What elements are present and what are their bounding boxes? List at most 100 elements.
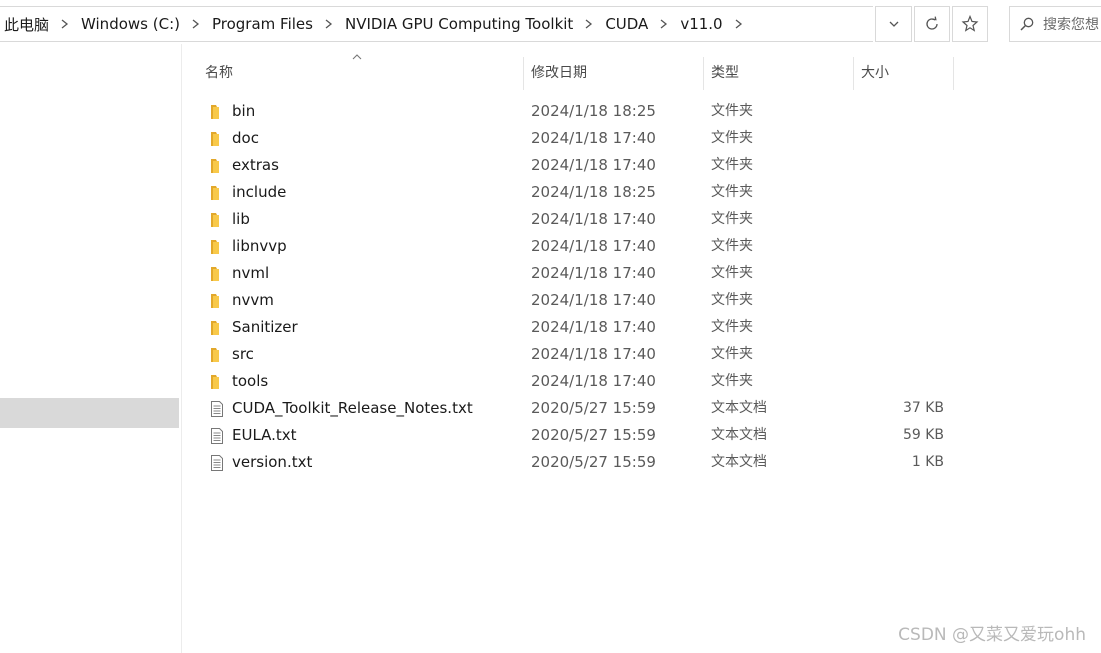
chevron-right-icon[interactable] (54, 7, 76, 41)
address-history-dropdown[interactable] (875, 6, 912, 42)
navigation-pane[interactable] (0, 44, 181, 653)
column-header-date[interactable]: 修改日期 (523, 57, 703, 90)
breadcrumb-cuda[interactable]: CUDA (600, 15, 653, 33)
file-size (853, 98, 944, 125)
file-size (853, 152, 944, 179)
file-name: libnvvp (232, 237, 287, 255)
file-name: bin (232, 102, 256, 120)
file-type: 文件夹 (711, 373, 753, 389)
column-header-size[interactable]: 大小 (853, 57, 953, 90)
chevron-right-icon[interactable] (578, 7, 600, 41)
file-size: 37 KB (902, 400, 944, 416)
folder-icon (211, 213, 219, 227)
file-row[interactable]: nvml 2024/1/18 17:40 文件夹 (197, 260, 957, 287)
folder-icon (211, 186, 219, 200)
column-divider[interactable] (953, 57, 954, 90)
refresh-button[interactable] (914, 6, 950, 42)
file-type: 文件夹 (711, 238, 753, 254)
folder-icon (211, 375, 219, 389)
column-header-type[interactable]: 类型 (703, 57, 853, 90)
file-modified-date: 2024/1/18 17:40 (531, 345, 656, 363)
file-size: 1 KB (911, 454, 944, 470)
file-list: bin 2024/1/18 18:25 文件夹 doc 2024/1/18 17… (197, 98, 957, 476)
file-modified-date: 2020/5/27 15:59 (531, 426, 656, 444)
file-name: nvvm (232, 291, 274, 309)
file-size (853, 179, 944, 206)
file-type: 文件夹 (711, 292, 753, 308)
refresh-icon (926, 16, 938, 30)
breadcrumb-windows-c[interactable]: Windows (C:) (76, 15, 185, 33)
search-placeholder: 搜索您想 (1043, 17, 1099, 33)
file-row[interactable]: version.txt 2020/5/27 15:59 文本文档 1 KB (197, 449, 957, 476)
file-modified-date: 2024/1/18 17:40 (531, 264, 656, 282)
file-modified-date: 2024/1/18 17:40 (531, 318, 656, 336)
file-row[interactable]: src 2024/1/18 17:40 文件夹 (197, 341, 957, 368)
file-modified-date: 2024/1/18 17:40 (531, 210, 656, 228)
file-row[interactable]: Sanitizer 2024/1/18 17:40 文件夹 (197, 314, 957, 341)
file-name: version.txt (232, 453, 313, 471)
file-name: doc (232, 129, 259, 147)
breadcrumb-this-pc[interactable]: 此电脑 (0, 14, 54, 35)
breadcrumb-v11[interactable]: v11.0 (675, 15, 727, 33)
column-header-name[interactable]: 名称 (197, 57, 523, 90)
file-row[interactable]: libnvvp 2024/1/18 17:40 文件夹 (197, 233, 957, 260)
file-name: Sanitizer (232, 318, 298, 336)
file-modified-date: 2024/1/18 18:25 (531, 102, 656, 120)
text-file-icon (211, 455, 223, 471)
file-type: 文件夹 (711, 211, 753, 227)
chevron-right-icon[interactable] (728, 7, 750, 41)
pane-divider[interactable] (181, 44, 182, 653)
text-file-icon (211, 401, 223, 417)
file-size (853, 341, 944, 368)
file-row[interactable]: doc 2024/1/18 17:40 文件夹 (197, 125, 957, 152)
column-header-row: 名称 修改日期 类型 大小 (197, 54, 957, 90)
file-type: 文件夹 (711, 184, 753, 200)
folder-icon (211, 294, 219, 308)
nav-selected-item[interactable] (0, 398, 179, 428)
file-type: 文件夹 (711, 319, 753, 335)
file-modified-date: 2020/5/27 15:59 (531, 399, 656, 417)
star-pin-icon (961, 15, 979, 32)
file-modified-date: 2024/1/18 17:40 (531, 372, 656, 390)
file-type: 文件夹 (711, 157, 753, 173)
chevron-right-icon[interactable] (318, 7, 340, 41)
file-row[interactable]: EULA.txt 2020/5/27 15:59 文本文档 59 KB (197, 422, 957, 449)
file-modified-date: 2020/5/27 15:59 (531, 453, 656, 471)
csdn-watermark: CSDN @又菜又爱玩ohh (898, 625, 1086, 645)
chevron-right-icon[interactable] (653, 7, 675, 41)
file-type: 文本文档 (711, 400, 767, 416)
file-name: lib (232, 210, 250, 228)
file-name: tools (232, 372, 269, 390)
search-icon (1020, 17, 1034, 31)
file-modified-date: 2024/1/18 18:25 (531, 183, 656, 201)
file-size (853, 368, 944, 395)
address-bar[interactable]: 此电脑 Windows (C:) Program Files NVIDIA GP… (0, 6, 873, 42)
file-row[interactable]: nvvm 2024/1/18 17:40 文件夹 (197, 287, 957, 314)
file-size (853, 314, 944, 341)
folder-icon (211, 321, 219, 335)
file-type: 文件夹 (711, 103, 753, 119)
file-size: 59 KB (902, 427, 944, 443)
file-row[interactable]: include 2024/1/18 18:25 文件夹 (197, 179, 957, 206)
search-input[interactable]: 搜索您想 (1009, 6, 1101, 42)
file-name: CUDA_Toolkit_Release_Notes.txt (232, 399, 473, 417)
file-name: src (232, 345, 254, 363)
file-size (853, 287, 944, 314)
file-name: include (232, 183, 287, 201)
file-name: EULA.txt (232, 426, 297, 444)
file-row[interactable]: lib 2024/1/18 17:40 文件夹 (197, 206, 957, 233)
file-modified-date: 2024/1/18 17:40 (531, 291, 656, 309)
breadcrumb-program-files[interactable]: Program Files (207, 15, 318, 33)
file-row[interactable]: tools 2024/1/18 17:40 文件夹 (197, 368, 957, 395)
file-size (853, 125, 944, 152)
folder-icon (211, 240, 219, 254)
pin-to-quick-access-button[interactable] (952, 6, 988, 42)
chevron-right-icon[interactable] (185, 7, 207, 41)
file-name: nvml (232, 264, 270, 282)
file-row[interactable]: CUDA_Toolkit_Release_Notes.txt 2020/5/27… (197, 395, 957, 422)
file-row[interactable]: extras 2024/1/18 17:40 文件夹 (197, 152, 957, 179)
file-modified-date: 2024/1/18 17:40 (531, 156, 656, 174)
file-row[interactable]: bin 2024/1/18 18:25 文件夹 (197, 98, 957, 125)
breadcrumb-nvidia-toolkit[interactable]: NVIDIA GPU Computing Toolkit (340, 15, 578, 33)
file-modified-date: 2024/1/18 17:40 (531, 129, 656, 147)
